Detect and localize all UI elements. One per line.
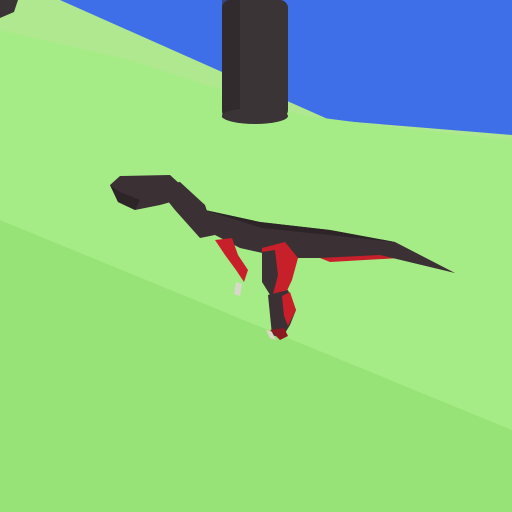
tree-trunk [222,0,288,124]
game-viewport[interactable] [0,0,512,512]
scene-svg [0,0,512,512]
